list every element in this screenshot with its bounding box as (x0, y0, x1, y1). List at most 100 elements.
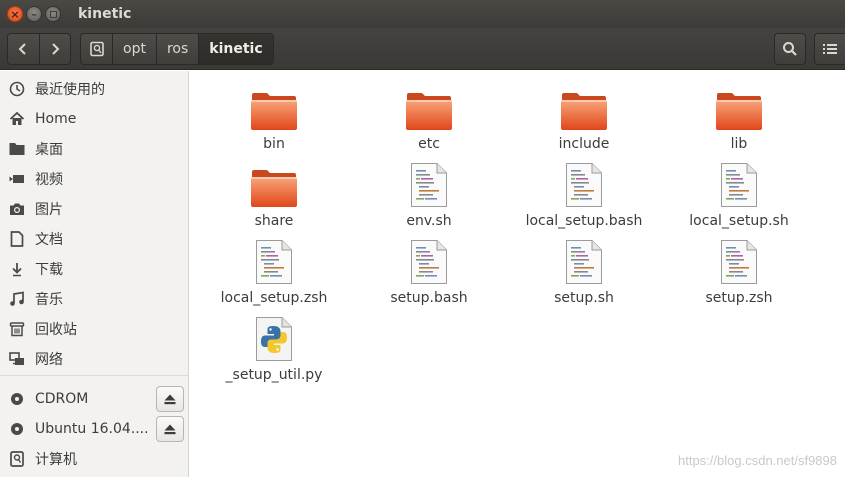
breadcrumb-ros[interactable]: ros (155, 34, 198, 64)
sidebar: 最近使用的 Home 桌面 视频 图片 文档 下载 音乐 回收站 网络 CDRO… (0, 71, 189, 477)
window-title: kinetic (78, 6, 132, 22)
watermark: https://blog.csdn.net/sf9898 (678, 453, 837, 468)
file-item[interactable]: setup.bash (354, 237, 504, 309)
file-item[interactable]: local_setup.bash (509, 160, 659, 232)
breadcrumb-root-drive[interactable] (81, 34, 112, 64)
file-item[interactable]: local_setup.zsh (199, 237, 349, 309)
file-item[interactable]: setup.sh (509, 237, 659, 309)
sidebar-item-home[interactable]: Home (0, 104, 189, 134)
sidebar-item-recent[interactable]: 最近使用的 (0, 74, 189, 104)
folder-icon (251, 170, 297, 207)
sidebar-item-pictures[interactable]: 图片 (0, 194, 189, 224)
file-name: env.sh (406, 213, 452, 229)
sidebar-item-trash[interactable]: 回收站 (0, 314, 189, 344)
sidebar-item-desktop[interactable]: 桌面 (0, 134, 189, 164)
sidebar-device-computer[interactable]: 计算机 (0, 444, 189, 474)
file-grid: bin etc include lib share env.sh local_s… (190, 71, 845, 477)
breadcrumb: opt ros kinetic (80, 33, 274, 65)
sidebar-item-downloads[interactable]: 下载 (0, 254, 189, 284)
file-item[interactable]: share (199, 160, 349, 232)
file-name: share (254, 213, 294, 229)
file-name: local_setup.bash (525, 213, 643, 229)
view-menu-button[interactable] (814, 33, 845, 65)
python-file-icon (256, 317, 292, 361)
file-item[interactable]: include (509, 83, 659, 155)
folder-icon (8, 140, 26, 158)
sidebar-item-label: 音乐 (35, 292, 63, 308)
file-item[interactable]: setup.zsh (664, 237, 814, 309)
back-button[interactable] (8, 34, 39, 64)
file-name: etc (418, 136, 440, 152)
search-button[interactable] (774, 33, 806, 65)
sidebar-item-music[interactable]: 音乐 (0, 284, 189, 314)
sidebar-device-ubuntu[interactable]: Ubuntu 16.04.... (0, 414, 189, 444)
eject-ubuntu-button[interactable] (156, 416, 184, 442)
script-file-icon (256, 240, 292, 284)
eject-icon (164, 424, 176, 434)
file-name: include (558, 136, 610, 152)
sidebar-item-label: CDROM (35, 391, 89, 407)
close-window-button[interactable]: × (7, 6, 23, 22)
maximize-window-button[interactable] (45, 6, 61, 22)
eject-cdrom-button[interactable] (156, 386, 184, 412)
maximize-icon (49, 10, 57, 18)
file-item[interactable]: etc (354, 83, 504, 155)
toolbar: opt ros kinetic (0, 28, 845, 70)
file-name: setup.bash (390, 290, 468, 306)
script-file-icon (721, 240, 757, 284)
sidebar-item-label: 最近使用的 (35, 82, 105, 98)
home-icon (8, 110, 26, 128)
network-icon (8, 350, 26, 368)
file-name: local_setup.sh (689, 213, 789, 229)
sidebar-item-label: Home (35, 111, 77, 127)
sidebar-device-cdrom[interactable]: CDROM (0, 384, 189, 414)
script-file-icon (566, 163, 602, 207)
window-controls: × – (7, 6, 64, 22)
file-item[interactable]: env.sh (354, 160, 504, 232)
sidebar-item-label: 视频 (35, 172, 63, 188)
minimize-window-button[interactable]: – (26, 6, 42, 22)
sidebar-item-network[interactable]: 网络 (0, 344, 189, 374)
title-bar: × – kinetic (0, 0, 845, 28)
file-name: lib (730, 136, 748, 152)
file-name: bin (263, 136, 285, 152)
sidebar-item-label: Ubuntu 16.04.... (35, 421, 149, 437)
close-icon: × (10, 7, 20, 21)
sidebar-item-videos[interactable]: 视频 (0, 164, 189, 194)
file-item[interactable]: _setup_util.py (199, 314, 349, 386)
breadcrumb-opt[interactable]: opt (112, 34, 156, 64)
file-name: setup.sh (554, 290, 614, 306)
sidebar-item-label: 回收站 (35, 322, 77, 338)
sidebar-item-label: 图片 (35, 202, 63, 218)
sidebar-separator (0, 375, 189, 376)
trash-icon (8, 320, 26, 338)
sidebar-item-label: 网络 (35, 352, 63, 368)
video-icon (8, 170, 26, 188)
clock-icon (8, 80, 26, 98)
script-file-icon (721, 163, 757, 207)
file-name: setup.zsh (705, 290, 773, 306)
music-icon (8, 290, 26, 308)
breadcrumb-kinetic[interactable]: kinetic (198, 34, 273, 64)
file-item[interactable]: bin (199, 83, 349, 155)
download-icon (8, 260, 26, 278)
folder-icon (251, 93, 297, 130)
camera-icon (8, 200, 26, 218)
chevron-left-icon (18, 43, 26, 55)
folder-icon (716, 93, 762, 130)
script-file-icon (411, 240, 447, 284)
sidebar-item-label: 计算机 (35, 452, 77, 468)
document-icon (8, 230, 26, 248)
file-item[interactable]: lib (664, 83, 814, 155)
search-icon (783, 42, 797, 56)
list-view-icon (823, 44, 837, 54)
file-item[interactable]: local_setup.sh (664, 160, 814, 232)
sidebar-item-label: 桌面 (35, 142, 63, 158)
chevron-right-icon (52, 43, 60, 55)
script-file-icon (411, 163, 447, 207)
sidebar-item-documents[interactable]: 文档 (0, 224, 189, 254)
sidebar-item-label: 文档 (35, 232, 63, 248)
file-name: _setup_util.py (225, 367, 323, 383)
forward-button[interactable] (38, 34, 71, 64)
disc-icon (8, 420, 26, 438)
